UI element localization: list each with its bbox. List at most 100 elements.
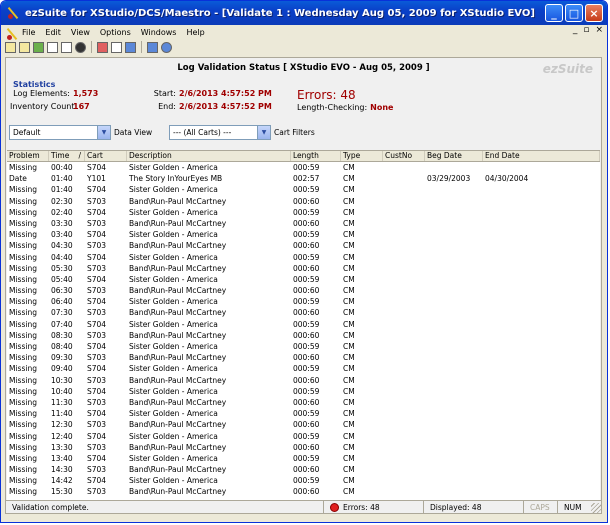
cell-length: 000:60 xyxy=(293,308,320,318)
table-row[interactable]: Missing 07:40 S704 Sister Golden - America 0… xyxy=(7,319,600,330)
table-row[interactable]: Missing 11:40 S704 Sister Golden - America 0… xyxy=(7,408,600,419)
cell-problem: Missing xyxy=(9,465,37,475)
record-icon[interactable] xyxy=(75,41,86,53)
document-icon[interactable] xyxy=(5,27,15,40)
table-row[interactable]: Missing 00:40 S704 Sister Golden - America 0… xyxy=(7,162,600,173)
column-header-custno[interactable]: CustNo xyxy=(383,151,425,161)
toolbar-separator xyxy=(141,41,142,53)
menu-file[interactable]: File xyxy=(17,28,40,37)
data-view-select[interactable]: Default ▼ xyxy=(9,125,111,140)
table-row[interactable]: Missing 04:40 S704 Sister Golden - America 0… xyxy=(7,252,600,263)
column-header-end-date[interactable]: End Date xyxy=(483,151,600,161)
mdi-restore-button[interactable]: ▫ xyxy=(583,25,589,35)
cell-problem: Missing xyxy=(9,230,37,240)
table-row[interactable]: Missing 08:30 S703 Band\Run-Paul McCartney 0… xyxy=(7,330,600,341)
cell-custno xyxy=(383,475,425,486)
cell-problem: Missing xyxy=(9,163,37,172)
cell-custno xyxy=(383,419,425,430)
cell-custno xyxy=(383,352,425,363)
new-icon[interactable] xyxy=(19,41,30,53)
save-icon[interactable] xyxy=(125,41,136,53)
table-row[interactable]: Missing 10:40 S704 Sister Golden - America 0… xyxy=(7,386,600,397)
cell-beg-date xyxy=(425,296,483,307)
cell-cart: S704 xyxy=(87,364,107,374)
cell-time: 10:30 xyxy=(51,375,73,385)
cell-beg-date xyxy=(425,207,483,218)
column-header-beg-date[interactable]: Beg Date xyxy=(425,151,483,161)
table-row[interactable]: Missing 12:30 S703 Band\Run-Paul McCartney 0… xyxy=(7,419,600,430)
cell-cart: S703 xyxy=(87,375,107,385)
cell-end-date xyxy=(483,240,600,251)
table-row[interactable]: Missing 14:30 S703 Band\Run-Paul McCartney 0… xyxy=(7,464,600,475)
table-row[interactable]: Missing 02:40 S704 Sister Golden - America 0… xyxy=(7,207,600,218)
cell-cart: S704 xyxy=(87,230,107,240)
cell-cart: S704 xyxy=(87,252,107,262)
table-row[interactable]: Missing 13:30 S703 Band\Run-Paul McCartney 0… xyxy=(7,442,600,453)
table-row[interactable]: Missing 01:40 S704 Sister Golden - America 0… xyxy=(7,184,600,195)
resize-grip-icon[interactable] xyxy=(591,502,601,513)
table-row[interactable]: Missing 06:30 S703 Band\Run-Paul McCartney 0… xyxy=(7,285,600,296)
title-bar[interactable]: ezSuite for XStudio/DCS/Maestro - [Valid… xyxy=(1,1,607,25)
copy-icon[interactable] xyxy=(61,41,72,53)
table-row[interactable]: Missing 03:40 S704 Sister Golden - America 0… xyxy=(7,229,600,240)
table-row[interactable]: Missing 14:42 S704 Sister Golden - America 0… xyxy=(7,475,600,486)
column-header-cart[interactable]: Cart xyxy=(85,151,127,161)
cell-end-date xyxy=(483,341,600,352)
chevron-down-icon[interactable]: ▼ xyxy=(257,126,270,139)
mdi-minimize-button[interactable]: _ xyxy=(573,25,578,35)
table-row[interactable]: Missing 07:30 S703 Band\Run-Paul McCartney 0… xyxy=(7,307,600,318)
mdi-close-button[interactable]: × xyxy=(595,25,603,35)
cell-custno xyxy=(383,252,425,263)
validate-icon[interactable] xyxy=(33,41,44,53)
table-row[interactable]: Missing 09:30 S703 Band\Run-Paul McCartney 0… xyxy=(7,352,600,363)
cart-filter-select[interactable]: --- (All Carts) --- ▼ xyxy=(169,125,271,140)
table-row[interactable]: Missing 12:40 S704 Sister Golden - America 0… xyxy=(7,431,600,442)
cell-end-date xyxy=(483,397,600,408)
cell-time: 09:30 xyxy=(51,353,73,363)
cell-type: CM xyxy=(343,397,355,407)
column-header-problem[interactable]: Problem xyxy=(7,151,49,161)
table-row[interactable]: Missing 15:30 S703 Band\Run-Paul McCartney 0… xyxy=(7,486,600,497)
table-row[interactable]: Missing 03:30 S703 Band\Run-Paul McCartney 0… xyxy=(7,218,600,229)
table-row[interactable]: Missing 13:40 S704 Sister Golden - America 0… xyxy=(7,453,600,464)
cell-beg-date xyxy=(425,240,483,251)
table-row[interactable]: Missing 06:40 S704 Sister Golden - America 0… xyxy=(7,296,600,307)
column-header-length[interactable]: Length xyxy=(291,151,341,161)
table-row[interactable]: Missing 11:30 S703 Band\Run-Paul McCartney 0… xyxy=(7,397,600,408)
table-row[interactable]: Missing 04:30 S703 Band\Run-Paul McCartney 0… xyxy=(7,240,600,251)
table-row[interactable]: Date 01:40 Y101 The Story InYourEyes MB 002:… xyxy=(7,173,600,184)
table-row[interactable]: Missing 05:30 S703 Band\Run-Paul McCartney 0… xyxy=(7,263,600,274)
menu-help[interactable]: Help xyxy=(181,28,209,37)
column-header-time[interactable]: Time / xyxy=(49,151,85,161)
cell-problem: Date xyxy=(9,174,27,184)
table-row[interactable]: Missing 09:40 S704 Sister Golden - America 0… xyxy=(7,363,600,374)
help-icon[interactable] xyxy=(161,41,172,53)
status-errors: Errors: 48 xyxy=(323,501,423,514)
cell-time: 11:40 xyxy=(51,409,73,419)
table-row[interactable]: Missing 10:30 S703 Band\Run-Paul McCartney 0… xyxy=(7,375,600,386)
menu-options[interactable]: Options xyxy=(95,28,136,37)
cell-cart: S703 xyxy=(87,442,107,452)
calendar-icon[interactable] xyxy=(97,41,108,53)
menu-windows[interactable]: Windows xyxy=(136,28,182,37)
cell-custno xyxy=(383,173,425,184)
chevron-down-icon[interactable]: ▼ xyxy=(97,126,110,139)
table-row[interactable]: Missing 02:30 S703 Band\Run-Paul McCartney 0… xyxy=(7,196,600,207)
maximize-button[interactable]: □ xyxy=(565,4,583,22)
binoculars-icon[interactable] xyxy=(147,41,158,53)
close-button[interactable]: × xyxy=(585,4,603,22)
minimize-button[interactable]: _ xyxy=(545,4,563,22)
column-header-type[interactable]: Type xyxy=(341,151,383,161)
app-icon[interactable] xyxy=(6,6,20,20)
menu-view[interactable]: View xyxy=(66,28,95,37)
open-folder-icon[interactable] xyxy=(5,41,16,53)
document-icon[interactable] xyxy=(47,41,58,53)
table-row[interactable]: Missing 05:40 S704 Sister Golden - America 0… xyxy=(7,274,600,285)
status-bar: Validation complete. Errors: 48 Displaye… xyxy=(6,500,601,514)
table-row[interactable]: Missing 08:40 S704 Sister Golden - America 0… xyxy=(7,341,600,352)
column-header-description[interactable]: Description xyxy=(127,151,291,161)
menu-edit[interactable]: Edit xyxy=(40,28,66,37)
cell-problem: Missing xyxy=(9,207,37,217)
print-icon[interactable] xyxy=(111,41,122,53)
cell-description: Sister Golden - America xyxy=(129,342,218,351)
